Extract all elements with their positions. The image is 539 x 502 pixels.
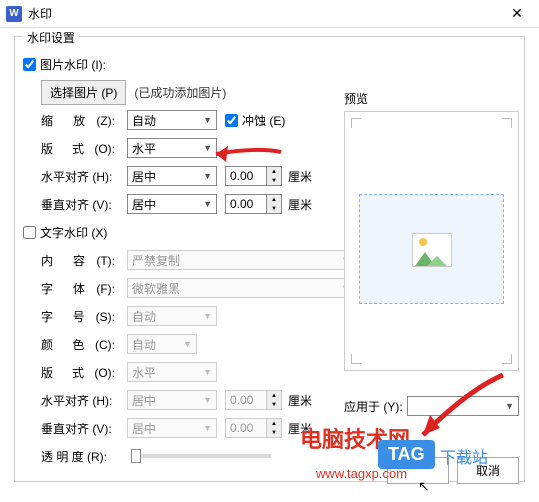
crop-corner-icon [502,118,512,128]
spin-up-icon[interactable]: ▲ [267,195,281,204]
font-select: 微软雅黑 ▼ [127,278,355,298]
spin-down-icon[interactable]: ▼ [267,204,281,213]
chevron-down-icon: ▼ [203,423,212,433]
halign-value: 居中 [132,168,156,185]
ok-button[interactable]: 确定 [387,457,449,484]
text-halign-select: 居中 ▼ [127,390,217,410]
text-valign-label: 垂直对齐 (V): [41,420,127,437]
crop-corner-icon [502,354,512,364]
text-halign-offset-input [225,390,267,410]
text-watermark-checkbox[interactable] [23,226,36,239]
spin-down-icon: ▼ [267,400,281,409]
image-placeholder-icon [412,233,452,267]
layout-label: 版 式 (O): [41,140,127,157]
slider-thumb-icon [131,449,141,463]
text-halign-label: 水平对齐 (H): [41,392,127,409]
text-halign-value: 居中 [132,392,156,409]
spin-down-icon[interactable]: ▼ [267,176,281,185]
spin-down-icon: ▼ [267,428,281,437]
preview-selection [359,194,504,304]
image-watermark-checkbox[interactable] [23,58,36,71]
color-select: 自动 ▼ [127,334,197,354]
chevron-down-icon: ▼ [505,401,514,411]
opacity-slider [131,454,271,458]
preview-panel [344,111,519,371]
size-select: 自动 ▼ [127,306,217,326]
halign-label: 水平对齐 (H): [41,168,127,185]
halign-offset-input[interactable] [225,166,267,186]
content-value: 严禁复制 [132,252,180,269]
text-layout-select: 水平 ▼ [127,362,217,382]
unit-label: 厘米 [288,196,312,213]
select-picture-button[interactable]: 选择图片 (P) [41,80,126,105]
cancel-button[interactable]: 取消 [457,457,519,484]
chevron-down-icon: ▼ [203,171,212,181]
valign-offset-input[interactable] [225,194,267,214]
color-value: 自动 [132,336,156,353]
halign-select[interactable]: 居中 ▼ [127,166,217,186]
crop-corner-icon [351,354,361,364]
valign-value: 居中 [132,196,156,213]
text-valign-value: 居中 [132,420,156,437]
chevron-down-icon: ▼ [203,199,212,209]
spin-up-icon: ▲ [267,391,281,400]
size-label: 字 号 (S): [41,308,127,325]
size-value: 自动 [132,308,156,325]
chevron-down-icon: ▼ [203,395,212,405]
app-icon: W [6,6,22,22]
layout-select[interactable]: 水平 ▼ [127,138,217,158]
preview-label: 预览 [344,90,519,107]
scale-label: 缩 放 (Z): [41,112,127,129]
font-value: 微软雅黑 [132,280,180,297]
content-label: 内 容 (T): [41,252,127,269]
erode-label: 冲蚀 (E) [242,112,285,129]
erode-checkbox[interactable] [225,114,238,127]
unit-label: 厘米 [288,168,312,185]
unit-label: 厘米 [288,420,312,437]
text-layout-label: 版 式 (O): [41,364,127,381]
valign-label: 垂直对齐 (V): [41,196,127,213]
scale-select[interactable]: 自动 ▼ [127,110,217,130]
chevron-down-icon: ▼ [183,339,192,349]
crop-corner-icon [351,118,361,128]
color-label: 颜 色 (C): [41,336,127,353]
picture-added-hint: (已成功添加图片) [134,84,226,101]
apply-to-select[interactable]: ▼ [407,396,519,416]
spin-up-icon[interactable]: ▲ [267,167,281,176]
spin-up-icon: ▲ [267,419,281,428]
text-valign-offset-input [225,418,267,438]
unit-label: 厘米 [288,392,312,409]
text-layout-value: 水平 [132,364,156,381]
chevron-down-icon: ▼ [203,311,212,321]
chevron-down-icon: ▼ [203,143,212,153]
text-watermark-label: 文字水印 (X) [40,224,107,241]
window-title: 水印 [28,5,501,22]
valign-select[interactable]: 居中 ▼ [127,194,217,214]
opacity-label: 透 明 度 (R): [41,448,127,465]
fieldset-legend: 水印设置 [23,29,79,46]
font-label: 字 体 (F): [41,280,127,297]
apply-to-label: 应用于 (Y): [344,398,403,415]
scale-value: 自动 [132,112,156,129]
chevron-down-icon: ▼ [203,115,212,125]
content-select: 严禁复制 ▼ [127,250,355,270]
chevron-down-icon: ▼ [203,367,212,377]
layout-value: 水平 [132,140,156,157]
image-watermark-label: 图片水印 (I): [40,56,106,73]
close-button[interactable]: ✕ [501,5,533,22]
text-valign-select: 居中 ▼ [127,418,217,438]
